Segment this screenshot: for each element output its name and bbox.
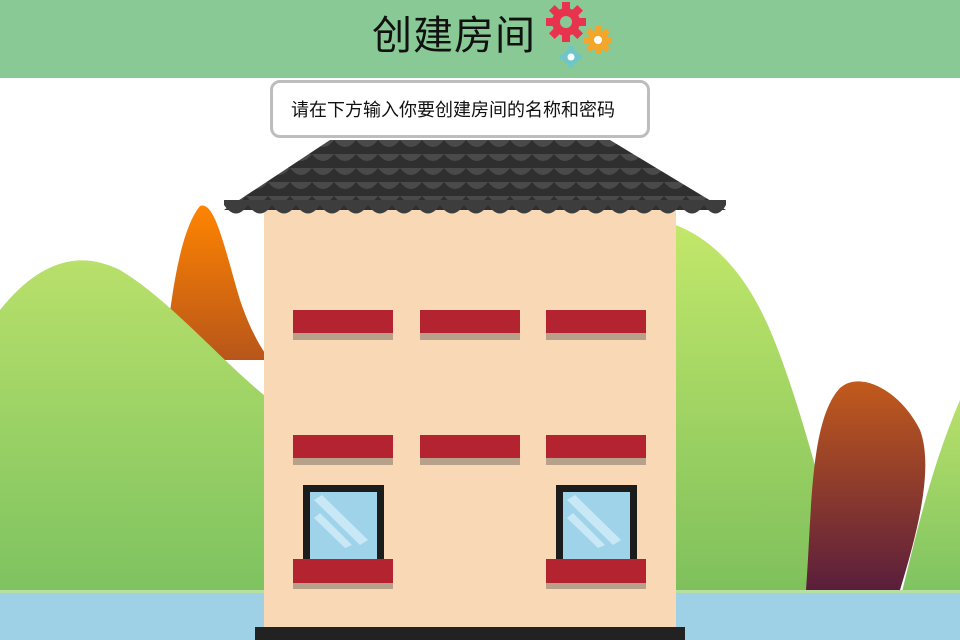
- tree-icon: [806, 381, 926, 590]
- prompt-text: 请在下方输入你要创建房间的名称和密码: [291, 100, 615, 121]
- roof-icon: [224, 140, 726, 214]
- window-shutter: [293, 435, 393, 465]
- house-icon: [224, 140, 726, 640]
- window-icon: [546, 485, 646, 589]
- window-icon: [293, 485, 393, 589]
- window-shutter: [420, 435, 520, 465]
- window-shutter: [546, 435, 646, 465]
- window-shutter: [293, 310, 393, 340]
- prompt-box: 请在下方输入你要创建房间的名称和密码: [270, 80, 650, 138]
- window-shutter: [420, 310, 520, 340]
- window-shutter: [546, 310, 646, 340]
